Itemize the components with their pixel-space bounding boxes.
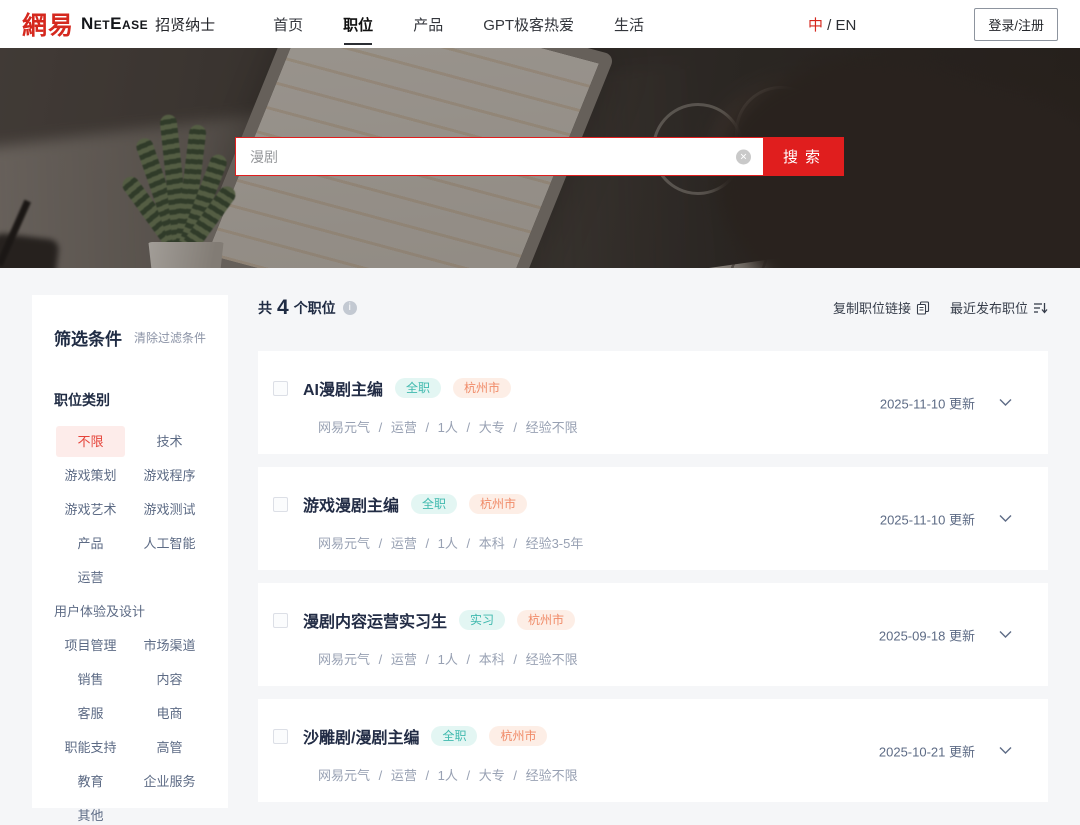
- job-card-right: 2025-11-10 更新: [880, 393, 1012, 412]
- sort-recent-label: 最近发布职位: [950, 298, 1028, 317]
- results-count-suffix: 个职位: [294, 298, 336, 318]
- netease-logo[interactable]: 網易 NetEase 招贤纳士: [22, 6, 215, 42]
- job-meta: 网易元气 / 运营 / 1人 / 本科 / 经验3-5年: [318, 533, 1048, 552]
- job-updated-date: 2025-11-10 更新: [880, 509, 975, 528]
- chevron-down-icon[interactable]: [999, 399, 1012, 407]
- job-select-checkbox[interactable]: [273, 613, 288, 628]
- sort-recent-button[interactable]: 最近发布职位: [950, 298, 1048, 317]
- job-updated-date: 2025-09-18 更新: [879, 625, 975, 644]
- filter-title: 筛选条件: [54, 325, 122, 350]
- copy-job-link-label: 复制职位链接: [833, 298, 911, 317]
- top-navigation-bar: 網易 NetEase 招贤纳士 首页 职位 产品 GPT极客热爱 生活 中 / …: [0, 0, 1080, 48]
- job-card[interactable]: 游戏漫剧主编 全职 杭州市 网易元气 / 运营 / 1人 / 本科 / 经验3-…: [258, 467, 1048, 570]
- clear-filters-link[interactable]: 清除过滤条件: [134, 329, 206, 346]
- nav-item-jobs[interactable]: 职位: [341, 0, 375, 50]
- filter-item-game-art[interactable]: 游戏艺术: [54, 500, 127, 519]
- lang-zh[interactable]: 中: [808, 17, 823, 34]
- results-bar: 共 4 个职位 复制职位链接 最近发布职位: [258, 297, 1048, 318]
- nav-item-home[interactable]: 首页: [271, 0, 305, 50]
- job-card[interactable]: 沙雕剧/漫剧主编 全职 杭州市 网易元气 / 运营 / 1人 / 大专 / 经验…: [258, 699, 1048, 802]
- filter-item-game-program[interactable]: 游戏程序: [133, 466, 206, 485]
- logo-cn-characters: 網易: [22, 6, 74, 42]
- copy-job-link-button[interactable]: 复制职位链接: [833, 298, 930, 317]
- job-search-bar: 搜索: [235, 137, 844, 176]
- job-city-badge: 杭州市: [517, 610, 575, 630]
- job-city-badge: 杭州市: [489, 726, 547, 746]
- nav-item-gpt[interactable]: GPT极客热爱: [481, 0, 576, 50]
- lang-separator: /: [823, 17, 836, 34]
- chevron-down-icon[interactable]: [999, 747, 1012, 755]
- job-list-panel: 共 4 个职位 复制职位链接 最近发布职位: [258, 295, 1048, 808]
- filter-item-product[interactable]: 产品: [54, 534, 127, 553]
- job-type-badge: 全职: [395, 378, 441, 398]
- filter-item-tech[interactable]: 技术: [133, 432, 206, 451]
- filter-sidebar: 筛选条件 清除过滤条件 职位类别 不限 技术 游戏策划 游戏程序 游戏艺术 游戏…: [32, 295, 228, 808]
- job-title[interactable]: 沙雕剧/漫剧主编: [303, 724, 419, 748]
- main-nav: 首页 职位 产品 GPT极客热爱 生活: [271, 0, 646, 50]
- job-card[interactable]: AI漫剧主编 全职 杭州市 网易元气 / 运营 / 1人 / 大专 / 经验不限…: [258, 351, 1048, 454]
- filter-item-education[interactable]: 教育: [54, 772, 127, 791]
- filter-item-ux-design[interactable]: 用户体验及设计: [54, 602, 206, 621]
- filter-item-enterprise[interactable]: 企业服务: [133, 772, 206, 791]
- job-meta: 网易元气 / 运营 / 1人 / 大专 / 经验不限: [318, 417, 1048, 436]
- job-meta: 网易元气 / 运营 / 1人 / 本科 / 经验不限: [318, 649, 1048, 668]
- results-count-prefix: 共: [258, 298, 272, 318]
- filter-item-support[interactable]: 职能支持: [54, 738, 127, 757]
- filter-item-content[interactable]: 内容: [133, 670, 206, 689]
- job-card-right: 2025-09-18 更新: [879, 625, 1012, 644]
- filter-item-project-mgmt[interactable]: 项目管理: [54, 636, 127, 655]
- filter-item-ecommerce[interactable]: 电商: [133, 704, 206, 723]
- results-actions: 复制职位链接 最近发布职位: [833, 298, 1048, 317]
- sort-descending-icon: [1033, 301, 1048, 315]
- clear-search-icon[interactable]: [736, 149, 751, 164]
- filter-item-game-design[interactable]: 游戏策划: [54, 466, 127, 485]
- filter-item-game-qa[interactable]: 游戏测试: [133, 500, 206, 519]
- job-city-badge: 杭州市: [453, 378, 511, 398]
- job-card-right: 2025-11-10 更新: [880, 509, 1012, 528]
- login-register-button[interactable]: 登录/注册: [974, 8, 1058, 41]
- filter-item-marketing[interactable]: 市场渠道: [133, 636, 206, 655]
- job-title[interactable]: AI漫剧主编: [303, 376, 383, 400]
- page-content: 筛选条件 清除过滤条件 职位类别 不限 技术 游戏策划 游戏程序 游戏艺术 游戏…: [0, 268, 1080, 808]
- filter-item-unlimited[interactable]: 不限: [56, 426, 125, 457]
- chevron-down-icon[interactable]: [999, 515, 1012, 523]
- logo-en-wordmark: NetEase: [81, 14, 148, 34]
- filter-item-executive[interactable]: 高管: [133, 738, 206, 757]
- job-select-checkbox[interactable]: [273, 381, 288, 396]
- job-card[interactable]: 漫剧内容运营实习生 实习 杭州市 网易元气 / 运营 / 1人 / 本科 / 经…: [258, 583, 1048, 686]
- lang-en[interactable]: EN: [836, 17, 857, 34]
- results-count: 4: [277, 297, 289, 318]
- job-title[interactable]: 游戏漫剧主编: [303, 492, 399, 516]
- job-city-badge: 杭州市: [469, 494, 527, 514]
- job-type-badge: 全职: [431, 726, 477, 746]
- nav-item-life[interactable]: 生活: [612, 0, 646, 50]
- nav-item-products[interactable]: 产品: [411, 0, 445, 50]
- hero-banner: 搜索: [0, 48, 1080, 268]
- job-type-badge: 全职: [411, 494, 457, 514]
- job-category-filter-grid: 不限 技术 游戏策划 游戏程序 游戏艺术 游戏测试 产品 人工智能 运营 用户体…: [54, 432, 206, 825]
- job-select-checkbox[interactable]: [273, 497, 288, 512]
- filter-item-ai[interactable]: 人工智能: [133, 534, 206, 553]
- filter-group-title: 职位类别: [54, 390, 206, 410]
- job-select-checkbox[interactable]: [273, 729, 288, 744]
- language-switcher: 中 / EN: [808, 14, 856, 35]
- job-type-badge: 实习: [459, 610, 505, 630]
- info-icon[interactable]: [343, 301, 357, 315]
- search-button[interactable]: 搜索: [763, 137, 844, 176]
- chevron-down-icon[interactable]: [999, 631, 1012, 639]
- job-card-right: 2025-10-21 更新: [879, 741, 1012, 760]
- copy-icon: [916, 301, 930, 315]
- filter-item-operations[interactable]: 运营: [54, 568, 127, 587]
- search-input-container: [235, 137, 763, 176]
- filter-item-service[interactable]: 客服: [54, 704, 127, 723]
- search-input[interactable]: [235, 137, 763, 176]
- filter-item-other[interactable]: 其他: [54, 806, 127, 825]
- logo-tagline: 招贤纳士: [155, 14, 215, 35]
- job-meta: 网易元气 / 运营 / 1人 / 大专 / 经验不限: [318, 765, 1048, 784]
- job-updated-date: 2025-11-10 更新: [880, 393, 975, 412]
- job-updated-date: 2025-10-21 更新: [879, 741, 975, 760]
- filter-item-sales[interactable]: 销售: [54, 670, 127, 689]
- filter-sidebar-header: 筛选条件 清除过滤条件: [54, 325, 206, 350]
- job-title[interactable]: 漫剧内容运营实习生: [303, 608, 447, 632]
